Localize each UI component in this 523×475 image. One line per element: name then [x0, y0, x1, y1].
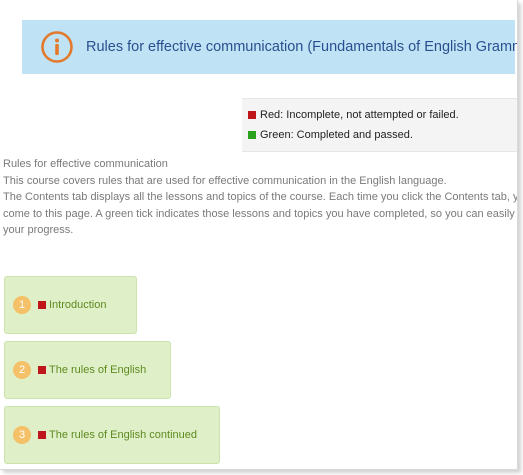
lesson-link[interactable]: The rules of English continued	[49, 429, 197, 441]
lesson-link[interactable]: The rules of English	[49, 364, 146, 376]
course-description: Rules for effective communication This c…	[3, 156, 518, 239]
description-line: This course covers rules that are used f…	[3, 174, 447, 187]
description-line: come to this page. A green tick indicate…	[3, 207, 518, 220]
legend-label-green: Green: Completed and passed.	[260, 129, 413, 141]
lesson-item-rules-of-english-continued[interactable]: 3 The rules of English continued	[4, 406, 220, 464]
legend-label-red: Red: Incomplete, not attempted or failed…	[260, 109, 459, 121]
lesson-item-introduction[interactable]: 1 Introduction	[4, 276, 137, 334]
incomplete-status-icon	[38, 366, 46, 374]
description-line: The Contents tab displays all the lesson…	[3, 191, 518, 203]
lesson-number-badge: 1	[13, 296, 31, 314]
legend-item-green: Green: Completed and passed.	[248, 129, 413, 141]
description-line: your progress.	[3, 224, 74, 236]
lesson-number-badge: 2	[13, 361, 31, 379]
incomplete-status-icon	[38, 431, 46, 439]
incomplete-status-icon	[38, 301, 46, 309]
lesson-item-rules-of-english[interactable]: 2 The rules of English	[4, 341, 171, 399]
description-heading: Rules for effective communication	[3, 158, 168, 170]
red-square-icon	[248, 111, 256, 119]
lesson-link[interactable]: Introduction	[49, 299, 106, 311]
status-legend: Red: Incomplete, not attempted or failed…	[242, 98, 517, 152]
info-icon	[41, 31, 73, 63]
course-header-banner: Rules for effective communication (Funda…	[22, 20, 518, 74]
course-title: Rules for effective communication (Funda…	[86, 39, 518, 55]
course-contents-page: Rules for effective communication (Funda…	[0, 0, 518, 470]
green-square-icon	[248, 131, 256, 139]
lesson-number-badge: 3	[13, 426, 31, 444]
legend-item-red: Red: Incomplete, not attempted or failed…	[248, 109, 459, 121]
